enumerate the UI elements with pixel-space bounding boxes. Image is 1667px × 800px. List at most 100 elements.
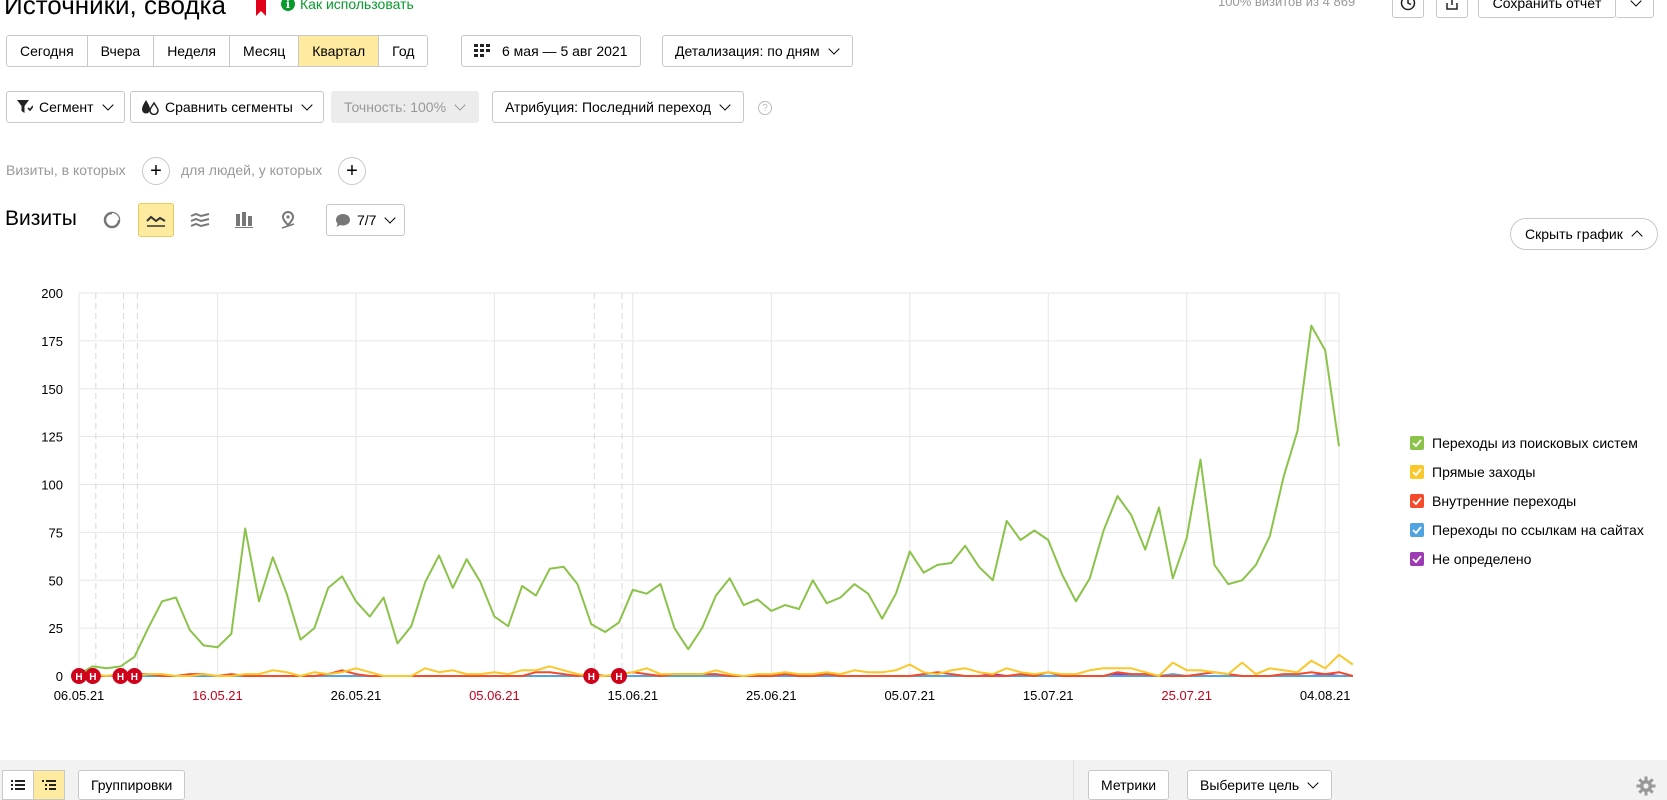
x-tick-label: 25.07.21 — [1161, 688, 1212, 703]
x-tick-label: 15.06.21 — [608, 688, 659, 703]
chart-type-map[interactable] — [270, 203, 306, 237]
period-yesterday[interactable]: Вчера — [87, 36, 155, 66]
visits-line-chart: 0 25 50 75 100 125 150 175 200 06.05.21 16.05.21 26… — [41, 286, 1354, 703]
segment-button[interactable]: Сегмент — [6, 91, 125, 123]
holiday-marker-label: Н — [117, 672, 124, 683]
comment-icon — [336, 213, 350, 227]
toolbar-divider — [1073, 760, 1074, 800]
detail-select[interactable]: Детализация: по дням — [662, 35, 853, 67]
bookmark-icon[interactable] — [253, 0, 269, 16]
compare-segments-button[interactable]: Сравнить сегменты — [130, 91, 324, 123]
chart-legend: Переходы из поисковых систем Прямые захо… — [1410, 428, 1644, 573]
view-tree-button[interactable] — [33, 770, 65, 800]
visits-sample-stat: 100% визитов из 4 869 — [1218, 0, 1356, 9]
y-tick-label: 175 — [41, 334, 63, 349]
legend-item-internal[interactable]: Внутренние переходы — [1410, 486, 1644, 515]
add-people-filter-button[interactable]: + — [338, 157, 366, 185]
x-tick-label: 04.08.21 — [1300, 688, 1351, 703]
x-tick-label: 25.06.21 — [746, 688, 797, 703]
legend-checkbox-icon — [1410, 551, 1424, 566]
report-toolbar — [0, 760, 1667, 800]
legend-item-search[interactable]: Переходы из поисковых систем — [1410, 428, 1644, 457]
share-icon — [1446, 0, 1458, 10]
y-tick-label: 50 — [49, 573, 63, 588]
metrics-label: Метрики — [1101, 777, 1157, 793]
y-tick-label: 75 — [49, 525, 63, 540]
chart-type-pie[interactable] — [94, 203, 130, 237]
segment-label: Сегмент — [39, 99, 94, 115]
legend-label: Прямые заходы — [1432, 463, 1536, 480]
chart-type-area[interactable] — [182, 203, 218, 237]
hide-chart-label: Скрыть график — [1525, 226, 1623, 242]
period-year[interactable]: Год — [379, 36, 428, 66]
chevron-down-icon — [1307, 777, 1319, 789]
export-button[interactable] — [1436, 0, 1468, 18]
y-tick-label: 125 — [41, 430, 63, 445]
hide-chart-button[interactable]: Скрыть график — [1510, 218, 1658, 250]
chart-metric-label: Визиты — [5, 207, 77, 230]
legend-checkbox-icon — [1410, 464, 1424, 479]
chart-type-line[interactable] — [138, 203, 174, 237]
info-icon: i — [281, 0, 295, 11]
goal-label: Выберите цель — [1200, 777, 1300, 793]
pie-chart-icon — [103, 211, 121, 229]
period-quarter[interactable]: Квартал — [299, 36, 380, 66]
x-tick-label: 16.05.21 — [192, 688, 243, 703]
how-to-use-link[interactable]: i Как использовать — [281, 0, 414, 12]
legend-item-undefined[interactable]: Не определено — [1410, 544, 1644, 573]
legend-item-links[interactable]: Переходы по ссылкам на сайтах — [1410, 515, 1644, 544]
y-tick-label: 25 — [49, 621, 63, 636]
holiday-marker-label: Н — [615, 672, 622, 683]
holiday-marker-label: Н — [75, 672, 82, 683]
chevron-down-icon — [454, 99, 466, 111]
people-filter-label: для людей, у которых — [181, 162, 323, 178]
goal-select[interactable]: Выберите цель — [1187, 770, 1333, 800]
metrics-button[interactable]: Метрики — [1088, 770, 1170, 800]
date-range-button[interactable]: 6 мая — 5 авг 2021 — [461, 35, 641, 67]
save-report-label: Сохранить отчёт — [1492, 0, 1602, 11]
series-line — [78, 324, 1340, 675]
period-month[interactable]: Месяц — [230, 36, 300, 66]
chevron-down-icon — [384, 212, 397, 224]
date-range-label: 6 мая — 5 авг 2021 — [502, 43, 628, 59]
plus-icon: + — [150, 160, 162, 182]
accuracy-select[interactable]: Точность: 100% — [331, 91, 480, 123]
plus-icon: + — [346, 160, 358, 182]
how-to-use-label: Как использовать — [300, 0, 414, 12]
history-button[interactable] — [1392, 0, 1424, 18]
save-report-button[interactable]: Сохранить отчёт — [1478, 0, 1616, 18]
add-visits-filter-button[interactable]: + — [142, 157, 170, 185]
x-tick-label: 05.06.21 — [469, 688, 520, 703]
y-tick-label: 200 — [41, 286, 63, 301]
groupings-button[interactable]: Группировки — [78, 770, 186, 800]
chevron-up-icon — [1631, 230, 1643, 242]
period-today[interactable]: Сегодня — [7, 36, 88, 66]
filter-icon — [17, 100, 33, 113]
chevron-down-icon — [301, 99, 313, 111]
chart-type-bar[interactable] — [226, 203, 262, 237]
view-list-button[interactable] — [2, 770, 34, 800]
area-chart-icon — [190, 212, 210, 228]
y-tick-label: 150 — [41, 382, 63, 397]
legend-item-direct[interactable]: Прямые заходы — [1410, 457, 1644, 486]
series-line — [78, 653, 1354, 677]
settings-gear-icon[interactable] — [1636, 776, 1656, 796]
help-icon[interactable]: ? — [758, 101, 772, 115]
list-icon — [11, 780, 25, 790]
legend-label: Внутренние переходы — [1432, 492, 1577, 509]
map-pin-icon — [281, 211, 295, 229]
groupings-label: Группировки — [91, 777, 173, 793]
y-tick-label: 0 — [56, 669, 63, 684]
x-tick-label: 26.05.21 — [331, 688, 382, 703]
y-tick-label: 100 — [41, 478, 63, 493]
chevron-down-icon — [827, 43, 840, 55]
legend-label: Не определено — [1432, 550, 1532, 567]
attribution-select[interactable]: Атрибуция: Последний переход — [492, 91, 745, 123]
legend-checkbox-icon — [1410, 493, 1424, 508]
period-week[interactable]: Неделя — [154, 36, 231, 66]
holiday-marker-label: Н — [588, 672, 595, 683]
annotations-button[interactable]: 7/7 — [326, 204, 406, 236]
save-report-dropdown[interactable] — [1616, 0, 1654, 18]
calendar-icon — [474, 44, 490, 57]
page-title: Источники, сводка — [4, 0, 226, 20]
